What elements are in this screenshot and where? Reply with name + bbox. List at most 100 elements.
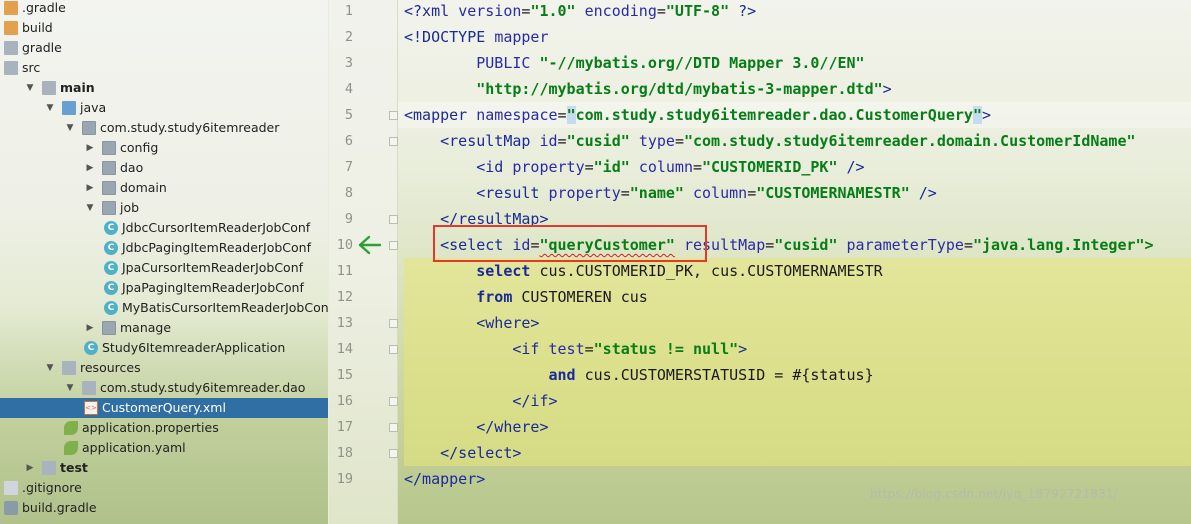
code-token: namespace: [476, 106, 558, 124]
tree-item[interactable]: build.gradle: [0, 498, 328, 518]
fold-marker-icon[interactable]: [389, 137, 398, 146]
tree-item[interactable]: ▶ test: [0, 458, 328, 478]
fold-marker-icon[interactable]: [389, 215, 398, 224]
tree-item[interactable]: application.properties: [0, 418, 328, 438]
tree-item-label: MyBatisCursorItemReaderJobConf: [122, 300, 328, 315]
chevron-down-icon[interactable]: ▼: [84, 198, 96, 218]
tree-item[interactable]: ▼ job: [0, 198, 328, 218]
folder-icon: [42, 81, 56, 95]
code-editor[interactable]: <?xml version="1.0" encoding="UTF-8" ?> <…: [398, 0, 1191, 524]
tree-item[interactable]: ▶ manage: [0, 318, 328, 338]
code-line[interactable]: <?xml version="1.0" encoding="UTF-8" ?>: [404, 0, 756, 24]
code-line[interactable]: "http://mybatis.org/dtd/mybatis-3-mapper…: [404, 76, 891, 102]
code-token: =: [620, 184, 630, 202]
code-line[interactable]: PUBLIC "-//mybatis.org//DTD Mapper 3.0//…: [404, 50, 865, 76]
chevron-right-icon[interactable]: ▶: [24, 458, 36, 478]
fold-marker-icon[interactable]: [389, 319, 398, 328]
tree-item[interactable]: ▼ main: [0, 78, 328, 98]
code-line[interactable]: <resultMap id="cusid" type="com.study.st…: [404, 128, 1135, 154]
line-number: 16: [336, 393, 353, 409]
class-icon: C: [104, 221, 118, 235]
tree-item-label: test: [60, 460, 88, 475]
code-line[interactable]: <where>: [404, 310, 539, 336]
tree-item[interactable]: ▶ domain: [0, 178, 328, 198]
code-token: </where>: [476, 418, 549, 436]
fold-marker-icon[interactable]: [389, 449, 398, 458]
tree-item[interactable]: build: [0, 18, 328, 38]
tree-item[interactable]: C JdbcCursorItemReaderJobConf: [0, 218, 328, 238]
tree-item[interactable]: ▼ com.study.study6itemreader: [0, 118, 328, 138]
tree-item[interactable]: C JpaCursorItemReaderJobConf: [0, 258, 328, 278]
code-token: id: [539, 132, 558, 150]
tree-item-label: JdbcCursorItemReaderJobConf: [122, 220, 311, 235]
tree-item[interactable]: <> CustomerQuery.xml: [0, 398, 328, 418]
fold-marker-icon[interactable]: [389, 241, 398, 250]
annotation-red-box: [433, 225, 707, 262]
code-token: "-//mybatis.org//DTD Mapper 3.0//EN": [539, 54, 865, 72]
code-line[interactable]: <!DOCTYPE mapper: [404, 24, 549, 50]
code-line[interactable]: </mapper>: [404, 466, 485, 492]
line-number: 11: [336, 263, 353, 279]
tree-item[interactable]: ▶ dao: [0, 158, 328, 178]
code-token: =: [584, 340, 594, 358]
code-line[interactable]: from CUSTOMEREN cus: [404, 284, 648, 310]
tree-item-label: manage: [120, 320, 172, 335]
tree-item[interactable]: .gradle: [0, 0, 328, 18]
tree-item[interactable]: C Study6ItemreaderApplication: [0, 338, 328, 358]
class-icon: C: [104, 261, 118, 275]
code-line[interactable]: <id property="id" column="CUSTOMERID_PK"…: [404, 154, 864, 180]
tree-item[interactable]: ▼ java: [0, 98, 328, 118]
code-token: property: [548, 184, 621, 202]
line-number: 17: [336, 419, 353, 435]
tree-item[interactable]: ▼ com.study.study6itemreader.dao: [0, 378, 328, 398]
code-token: cus.CUSTOMERSTATUSID = #{status}: [584, 366, 874, 384]
tree-item[interactable]: C JpaPagingItemReaderJobConf: [0, 278, 328, 298]
tree-item[interactable]: .gitignore: [0, 478, 328, 498]
chevron-right-icon[interactable]: ▶: [84, 178, 96, 198]
chevron-right-icon[interactable]: ▶: [84, 138, 96, 158]
chevron-down-icon[interactable]: ▼: [44, 358, 56, 378]
fold-marker-icon[interactable]: [389, 397, 398, 406]
code-token: =: [693, 158, 703, 176]
tree-item[interactable]: C JdbcPagingItemReaderJobConf: [0, 238, 328, 258]
tree-item-label: src: [22, 60, 41, 75]
tree-item[interactable]: src: [0, 58, 328, 78]
chevron-down-icon[interactable]: ▼: [24, 78, 36, 98]
code-token: column: [693, 184, 748, 202]
code-line[interactable]: </where>: [404, 414, 549, 440]
code-token: =: [584, 158, 594, 176]
tree-item[interactable]: gradle: [0, 38, 328, 58]
green-back-arrow-icon[interactable]: [358, 233, 382, 257]
tree-item[interactable]: ▶ config: [0, 138, 328, 158]
fold-marker-icon[interactable]: [389, 345, 398, 354]
code-line[interactable]: <mapper namespace="com.study.study6itemr…: [404, 102, 991, 128]
folder-icon: [4, 41, 18, 55]
fold-marker-icon[interactable]: [389, 423, 398, 432]
tree-item[interactable]: ▼ resources: [0, 358, 328, 378]
chevron-down-icon[interactable]: ▼: [44, 98, 56, 118]
chevron-down-icon[interactable]: ▼: [64, 378, 76, 398]
code-line[interactable]: <result property="name" column="CUSTOMER…: [404, 180, 937, 206]
code-line[interactable]: <if test="status != null">: [404, 336, 747, 362]
code-line[interactable]: and cus.CUSTOMERSTATUSID = #{status}: [404, 362, 874, 388]
code-line[interactable]: </if>: [404, 388, 557, 414]
chevron-right-icon[interactable]: ▶: [84, 158, 96, 178]
code-line[interactable]: </select>: [404, 440, 521, 466]
tree-item[interactable]: C MyBatisCursorItemReaderJobConf: [0, 298, 328, 318]
code-token: "1.0": [530, 2, 576, 20]
chevron-right-icon[interactable]: ▶: [84, 318, 96, 338]
chevron-down-icon[interactable]: ▼: [64, 118, 76, 138]
tree-item[interactable]: application.yaml: [0, 438, 328, 458]
folder-blue-icon: [62, 101, 76, 115]
fold-marker-icon[interactable]: [389, 111, 398, 120]
line-number: 1: [344, 3, 353, 19]
spring-leaf-icon: [64, 441, 78, 455]
